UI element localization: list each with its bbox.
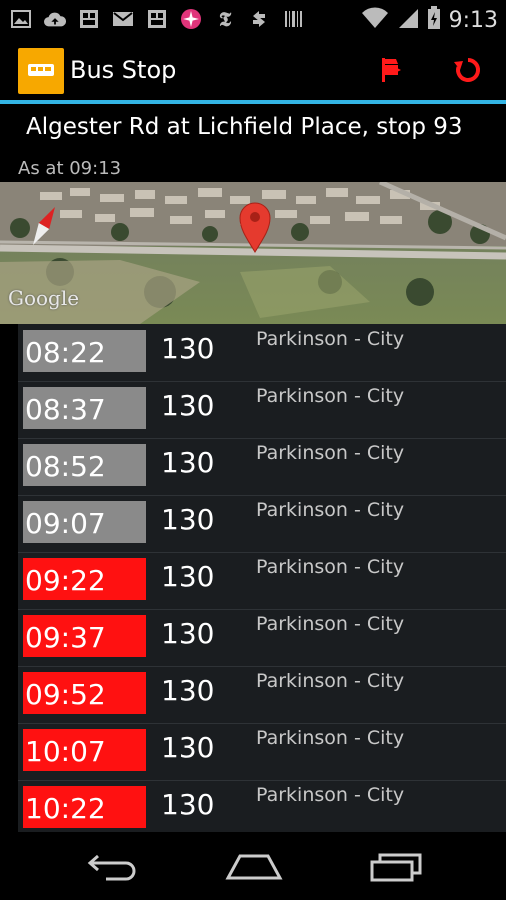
route-number: 130 xyxy=(161,674,215,707)
departure-time: 09:52 xyxy=(23,672,146,714)
destination: Parkinson - City xyxy=(256,442,405,464)
route-number: 130 xyxy=(161,617,215,650)
status-bar: 𝕿 9:13 xyxy=(0,0,506,38)
departure-time: 08:52 xyxy=(23,444,146,486)
battery-icon xyxy=(427,6,441,34)
image-icon xyxy=(10,8,32,30)
back-icon[interactable] xyxy=(84,850,144,882)
route-number: 130 xyxy=(161,788,215,821)
route-number: 130 xyxy=(161,332,215,365)
departure-row[interactable]: 08:22 130 Parkinson - City xyxy=(18,324,506,382)
departure-row[interactable]: 08:52 130 Parkinson - City xyxy=(18,438,506,496)
barcode-icon xyxy=(282,8,304,30)
departure-time: 09:37 xyxy=(23,615,146,657)
action-bar: Bus Stop xyxy=(0,38,506,100)
refresh-button[interactable] xyxy=(450,52,486,88)
route-number: 130 xyxy=(161,446,215,479)
map-view[interactable]: Google xyxy=(0,182,506,324)
departure-time: 08:22 xyxy=(23,330,146,372)
destination: Parkinson - City xyxy=(256,328,405,350)
map-attribution: Google xyxy=(8,286,80,310)
route-number: 130 xyxy=(161,503,215,536)
departure-row[interactable]: 10:22 130 Parkinson - City xyxy=(18,780,506,838)
departure-row[interactable]: 10:07 130 Parkinson - City xyxy=(18,723,506,781)
departure-row[interactable]: 09:07 130 Parkinson - City xyxy=(18,495,506,553)
departure-time: 10:22 xyxy=(23,786,146,828)
destination: Parkinson - City xyxy=(256,385,405,407)
signal-icon xyxy=(397,7,419,33)
pinwheel-icon xyxy=(180,8,202,30)
destination: Parkinson - City xyxy=(256,613,405,635)
departure-row[interactable]: 09:37 130 Parkinson - City xyxy=(18,609,506,667)
destination: Parkinson - City xyxy=(256,784,405,806)
nytimes-icon: 𝕿 xyxy=(218,7,232,31)
wifi-icon xyxy=(361,7,389,33)
route-number: 130 xyxy=(161,731,215,764)
departure-row[interactable]: 09:52 130 Parkinson - City xyxy=(18,666,506,724)
destination: Parkinson - City xyxy=(256,670,405,692)
chinese-app-icon xyxy=(78,8,100,30)
departure-row[interactable]: 09:22 130 Parkinson - City xyxy=(18,552,506,610)
gmail-icon xyxy=(112,8,134,30)
departure-time: 09:22 xyxy=(23,558,146,600)
app-title: Bus Stop xyxy=(70,56,177,84)
bus-stop-flag-button[interactable] xyxy=(374,52,410,88)
departure-time: 10:07 xyxy=(23,729,146,771)
departure-time: 09:07 xyxy=(23,501,146,543)
departures-list[interactable]: 08:22 130 Parkinson - City 08:37 130 Parkinso… xyxy=(18,324,506,838)
recent-apps-icon[interactable] xyxy=(366,850,426,882)
updated-time: As at 09:13 xyxy=(18,158,122,179)
bus-app-icon[interactable] xyxy=(18,48,64,94)
clock: 9:13 xyxy=(448,7,498,33)
stop-name: Algester Rd at Lichfield Place, stop 93 xyxy=(26,114,463,140)
destination: Parkinson - City xyxy=(256,727,405,749)
sync-icon xyxy=(248,8,270,30)
home-icon[interactable] xyxy=(224,850,284,882)
route-number: 130 xyxy=(161,389,215,422)
header-divider xyxy=(0,100,506,104)
cloud-upload-icon xyxy=(44,8,66,30)
departure-row[interactable]: 08:37 130 Parkinson - City xyxy=(18,381,506,439)
navigation-bar xyxy=(0,832,506,900)
departure-time: 08:37 xyxy=(23,387,146,429)
destination: Parkinson - City xyxy=(256,499,405,521)
destination: Parkinson - City xyxy=(256,556,405,578)
chinese-app-icon xyxy=(146,8,168,30)
route-number: 130 xyxy=(161,560,215,593)
